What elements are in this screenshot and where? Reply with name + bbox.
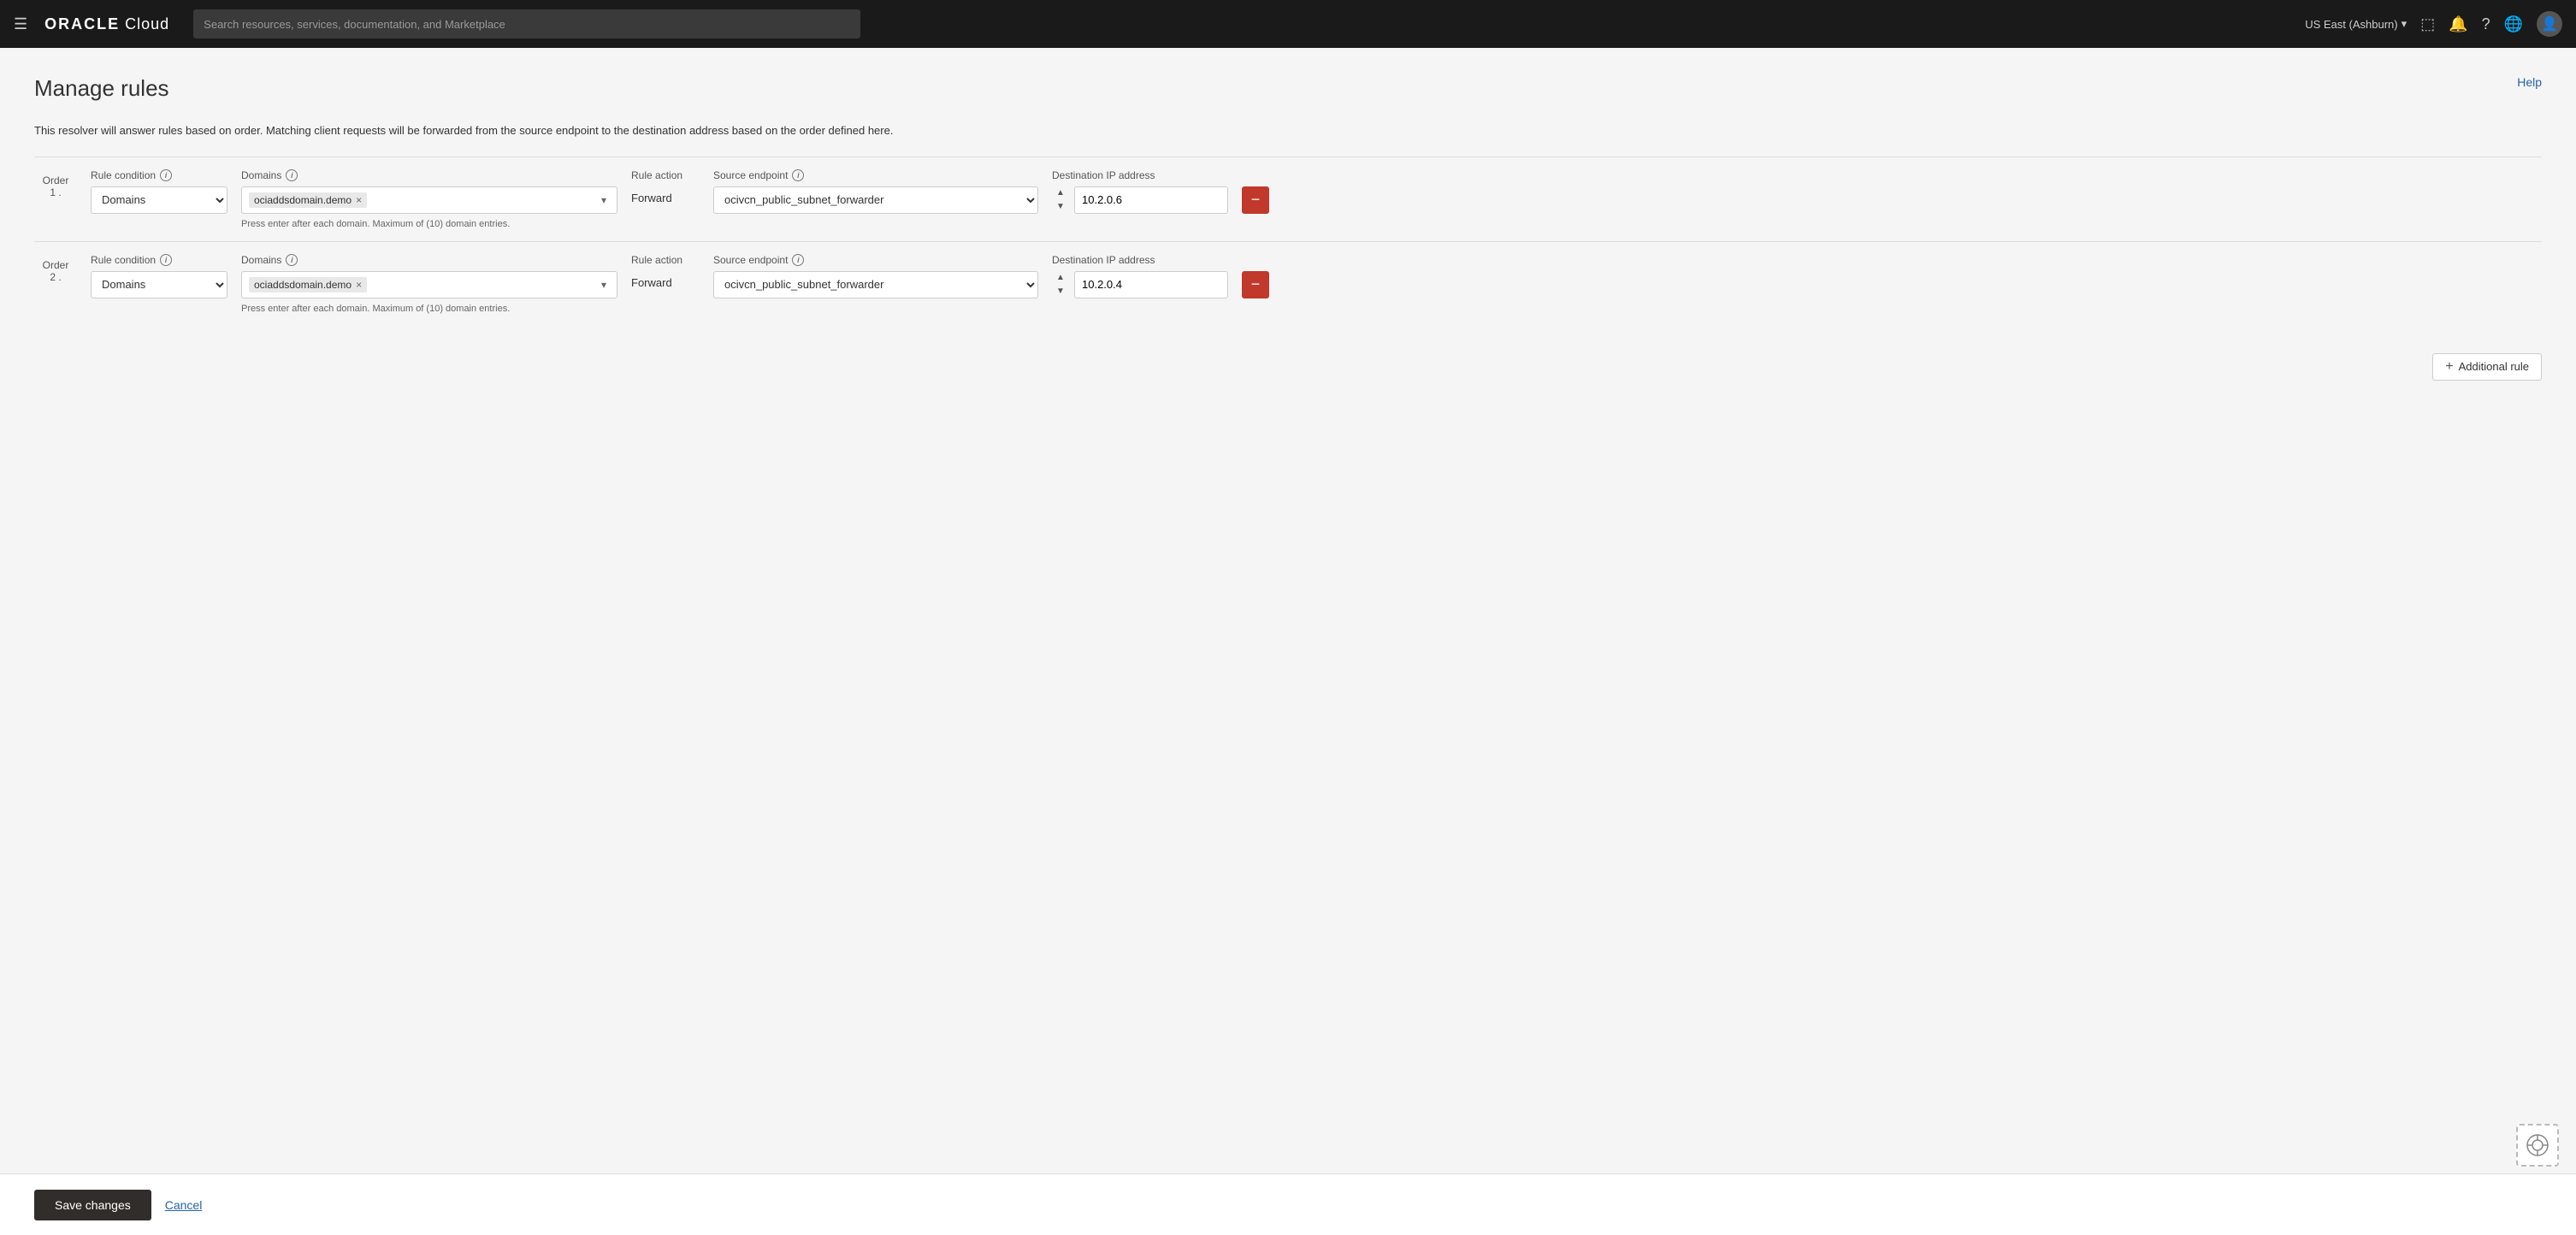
source-endpoint-select-2[interactable]: ocivcn_public_subnet_forwarder [713, 271, 1038, 298]
arrow-down-1[interactable]: ▼ [1052, 201, 1069, 213]
domain-hint-1: Press enter after each domain. Maximum o… [241, 219, 617, 229]
page-title: Manage rules [34, 75, 169, 102]
cancel-button[interactable]: Cancel [165, 1198, 203, 1212]
rule-condition-info-icon-1[interactable]: i [160, 169, 172, 181]
order-text-1: Order [43, 174, 69, 186]
arrow-up-1[interactable]: ▲ [1052, 187, 1069, 199]
dest-ip-label-2: Destination IP address [1052, 254, 1228, 266]
dest-ip-group-2: Destination IP address ▲ ▼ [1052, 254, 1228, 298]
description-text: This resolver will answer rules based on… [34, 122, 2542, 139]
rule-action-value-2: Forward [631, 271, 700, 289]
rule-condition-select-1[interactable]: Domains [91, 186, 227, 214]
save-changes-button[interactable]: Save changes [34, 1190, 151, 1220]
help-link[interactable]: Help [2517, 75, 2542, 89]
rule-action-label-1: Rule action [631, 169, 700, 181]
source-endpoint-info-icon-1[interactable]: i [792, 169, 804, 181]
arrow-controls-1: ▲ ▼ [1052, 187, 1069, 213]
remove-rule-btn-1[interactable]: − [1242, 186, 1269, 214]
domain-tag-remove-2[interactable]: × [356, 280, 362, 290]
rule-row-2: Order 2 . Rule condition i Domains Domai… [34, 254, 2542, 314]
domains-info-icon-2[interactable]: i [286, 254, 298, 266]
order-num-2: 2 . [50, 271, 61, 283]
rule-block-2: Order 2 . Rule condition i Domains Domai… [34, 241, 2542, 326]
plus-icon: + [2445, 359, 2453, 375]
user-avatar[interactable]: 👤 [2537, 11, 2562, 37]
oracle-logo: ORACLE Cloud [44, 15, 169, 33]
dest-ip-input-2[interactable] [1074, 271, 1228, 298]
arrow-up-2[interactable]: ▲ [1052, 272, 1069, 284]
rule-action-label-2: Rule action [631, 254, 700, 266]
help-icon[interactable]: ? [2482, 15, 2490, 33]
footer: Save changes Cancel [0, 1173, 2576, 1235]
globe-icon[interactable]: 🌐 [2504, 15, 2523, 33]
domain-dropdown-btn-2[interactable]: ▾ [598, 279, 610, 291]
navbar-right: US East (Ashburn) ▾ ⬚ 🔔 ? 🌐 👤 [2305, 11, 2562, 37]
dest-ip-label-1: Destination IP address [1052, 169, 1228, 181]
rule-action-value-1: Forward [631, 186, 700, 204]
domain-dropdown-btn-1[interactable]: ▾ [598, 194, 610, 206]
arrow-down-2[interactable]: ▼ [1052, 286, 1069, 298]
rules-container: Order 1 . Rule condition i Domains Domai… [34, 157, 2542, 326]
hamburger-icon[interactable]: ☰ [14, 15, 27, 33]
navbar: ☰ ORACLE Cloud US East (Ashburn) ▾ ⬚ 🔔 ?… [0, 0, 2576, 48]
domain-tag-remove-1[interactable]: × [356, 195, 362, 205]
source-endpoint-group-2: Source endpoint i ocivcn_public_subnet_f… [713, 254, 1038, 298]
remove-rule-btn-2[interactable]: − [1242, 271, 1269, 298]
domain-hint-2: Press enter after each domain. Maximum o… [241, 304, 617, 314]
domains-group-2: Domains i ociaddsdomain.demo × ▾ Press e… [241, 254, 617, 314]
order-num-1: 1 . [50, 186, 61, 198]
domains-label-1: Domains i [241, 169, 617, 181]
domain-tag-input-1[interactable]: ociaddsdomain.demo × ▾ [241, 186, 617, 214]
source-endpoint-select-1[interactable]: ocivcn_public_subnet_forwarder [713, 186, 1038, 214]
region-label: US East (Ashburn) [2305, 18, 2397, 31]
dest-ip-controls-1: ▲ ▼ [1052, 186, 1228, 214]
rule-action-group-1: Rule action Forward [631, 169, 700, 204]
page-header: Manage rules Help [34, 75, 2542, 102]
rule-condition-info-icon-2[interactable]: i [160, 254, 172, 266]
page-content: Manage rules Help This resolver will ans… [0, 48, 2576, 1173]
search-container [193, 9, 860, 38]
dest-ip-group-1: Destination IP address ▲ ▼ [1052, 169, 1228, 214]
monitor-icon[interactable]: ⬚ [2420, 15, 2435, 33]
domain-tag-1: ociaddsdomain.demo × [249, 192, 367, 208]
rule-condition-group-2: Rule condition i Domains [91, 254, 227, 298]
source-endpoint-info-icon-2[interactable]: i [792, 254, 804, 266]
cloud-text: Cloud [125, 15, 169, 33]
oracle-text: ORACLE [44, 15, 120, 33]
rule-condition-select-2[interactable]: Domains [91, 271, 227, 298]
dest-ip-input-1[interactable] [1074, 186, 1228, 214]
rule-condition-label-2: Rule condition i [91, 254, 227, 266]
dest-ip-controls-2: ▲ ▼ [1052, 271, 1228, 298]
domains-label-2: Domains i [241, 254, 617, 266]
rule-condition-group-1: Rule condition i Domains [91, 169, 227, 214]
order-label-2: Order 2 . [34, 254, 77, 283]
help-widget-icon [2526, 1133, 2549, 1157]
source-endpoint-group-1: Source endpoint i ocivcn_public_subnet_f… [713, 169, 1038, 214]
domain-tag-input-2[interactable]: ociaddsdomain.demo × ▾ [241, 271, 617, 298]
rule-condition-label-1: Rule condition i [91, 169, 227, 181]
add-rule-label: Additional rule [2459, 360, 2529, 373]
domains-info-icon-1[interactable]: i [286, 169, 298, 181]
region-selector[interactable]: US East (Ashburn) ▾ [2305, 17, 2407, 31]
rule-row-1: Order 1 . Rule condition i Domains Domai… [34, 169, 2542, 229]
order-text-2: Order [43, 259, 69, 271]
region-chevron-icon: ▾ [2402, 17, 2408, 31]
source-endpoint-label-2: Source endpoint i [713, 254, 1038, 266]
search-input[interactable] [193, 9, 860, 38]
add-rule-button[interactable]: + Additional rule [2432, 353, 2542, 381]
arrow-controls-2: ▲ ▼ [1052, 272, 1069, 298]
help-widget[interactable] [2516, 1124, 2559, 1167]
rule-block-1: Order 1 . Rule condition i Domains Domai… [34, 157, 2542, 241]
rule-action-group-2: Rule action Forward [631, 254, 700, 289]
domain-tag-2: ociaddsdomain.demo × [249, 277, 367, 292]
order-label-1: Order 1 . [34, 169, 77, 198]
domains-group-1: Domains i ociaddsdomain.demo × ▾ Press e… [241, 169, 617, 229]
bell-icon[interactable]: 🔔 [2449, 15, 2467, 33]
source-endpoint-label-1: Source endpoint i [713, 169, 1038, 181]
